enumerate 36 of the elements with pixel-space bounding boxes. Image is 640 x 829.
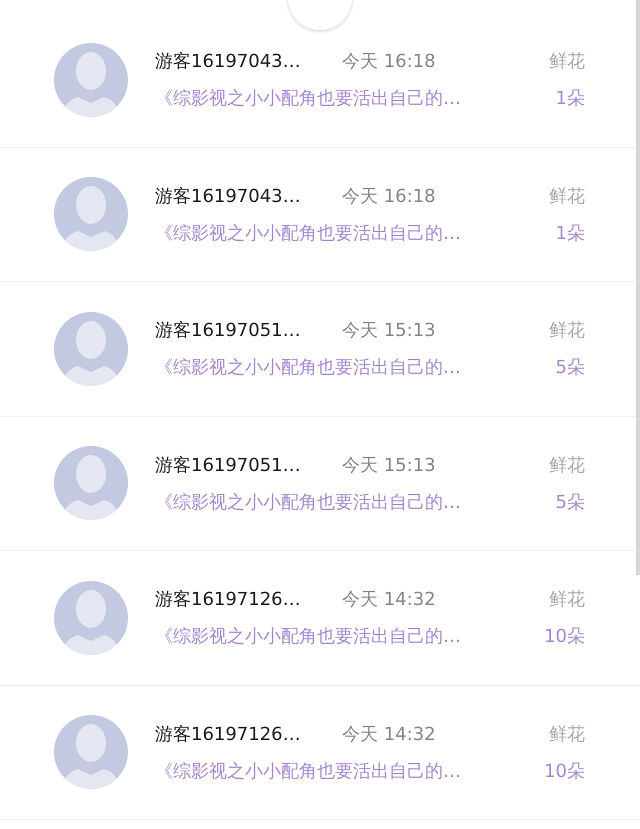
timestamp: 今天 15:13 — [342, 454, 436, 477]
gift-count: 10朵 — [544, 760, 585, 783]
avatar-icon — [54, 580, 128, 655]
gift-count: 1朵 — [556, 222, 585, 245]
username: 游客16197126… — [155, 588, 302, 612]
avatar-icon — [54, 42, 128, 117]
avatar-icon — [54, 312, 128, 386]
book-title: 《综影视之小小配角也要活出自己的… — [155, 222, 461, 245]
avatar-icon — [54, 177, 128, 252]
timestamp: 今天 14:32 — [342, 722, 436, 746]
book-title: 《综影视之小小配角也要活出自己的… — [155, 625, 461, 648]
gift-count: 10朵 — [544, 625, 585, 648]
username: 游客16197051… — [155, 454, 302, 477]
gift-type: 鲜花 — [549, 722, 585, 746]
book-title: 《综影视之小小配角也要活出自己的… — [155, 760, 461, 783]
gift-type: 鲜花 — [549, 454, 585, 477]
gift-type: 鲜花 — [549, 588, 585, 612]
timestamp: 今天 15:13 — [342, 319, 436, 342]
gift-type: 鲜花 — [549, 319, 585, 342]
username: 游客16197043… — [155, 50, 302, 74]
book-title: 《综影视之小小配角也要活出自己的… — [155, 87, 461, 110]
gift-type: 鲜花 — [549, 50, 585, 74]
gift-count: 1朵 — [556, 87, 585, 110]
username: 游客16197126… — [155, 722, 302, 746]
avatar-icon — [54, 715, 128, 790]
book-title: 《综影视之小小配角也要活出自己的… — [155, 356, 461, 380]
gift-count: 5朵 — [556, 356, 585, 380]
gift-type: 鲜花 — [549, 184, 585, 208]
avatar-icon — [54, 446, 128, 520]
gift-count: 5朵 — [556, 490, 585, 514]
timestamp: 今天 14:32 — [342, 588, 436, 612]
timestamp: 今天 16:18 — [342, 184, 436, 208]
username: 游客16197043… — [155, 184, 302, 208]
timestamp: 今天 16:18 — [342, 50, 436, 74]
username: 游客16197051… — [155, 319, 302, 342]
book-title: 《综影视之小小配角也要活出自己的… — [155, 490, 461, 514]
